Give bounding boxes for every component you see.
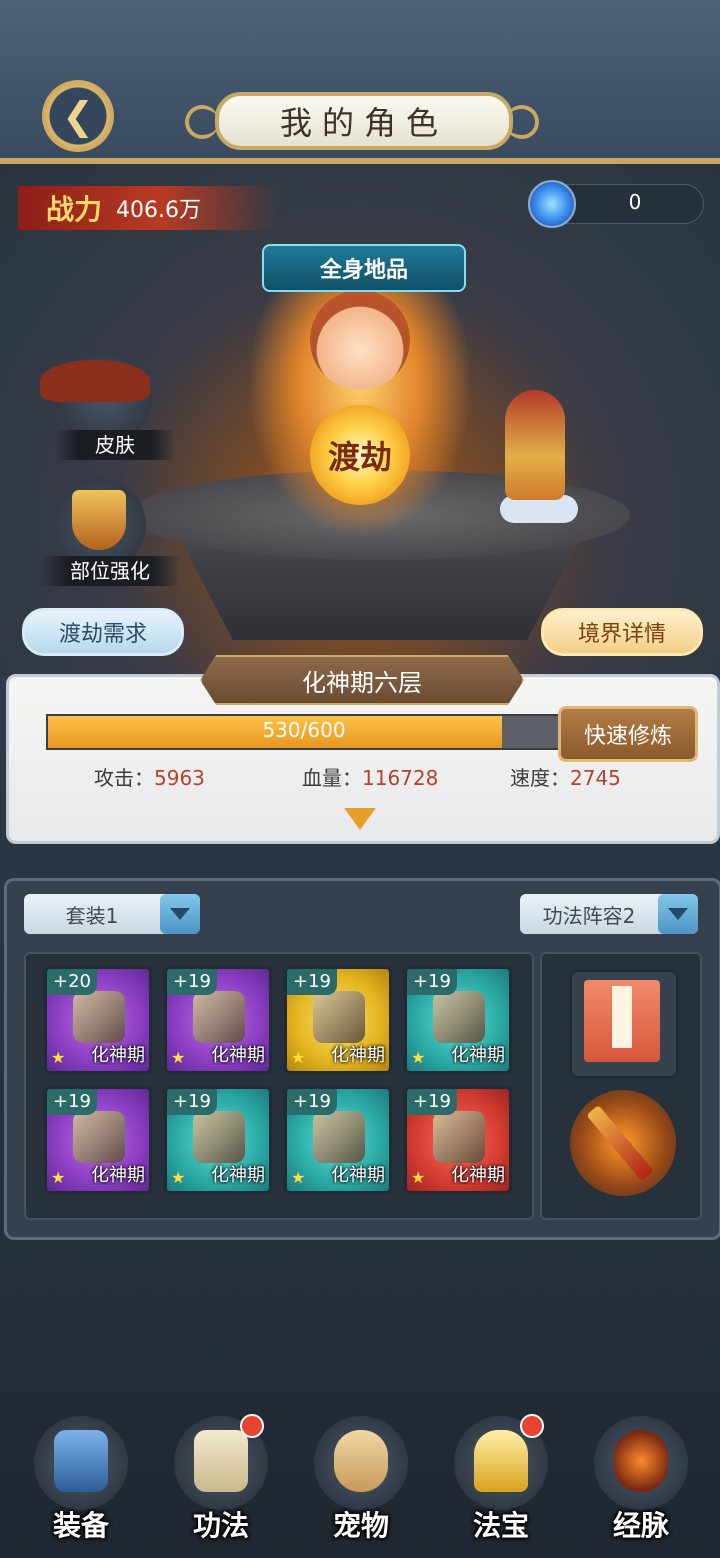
quick-cultivate-button[interactable]: 快速修炼 — [558, 706, 698, 762]
notification-dot-icon — [520, 1414, 544, 1438]
star-icon: ★ — [171, 1168, 186, 1187]
tribulation-requirements-button[interactable]: 渡劫需求 — [22, 608, 184, 656]
page-title: 我的角色 — [215, 92, 513, 150]
nav-treasure[interactable]: 法宝 — [448, 1414, 554, 1546]
item-realm-label: 化神期 — [451, 1045, 505, 1066]
item-realm-label: 化神期 — [451, 1165, 505, 1186]
item-realm-label: 化神期 — [91, 1045, 145, 1066]
helmet-icon — [313, 991, 365, 1043]
realm-details-button[interactable]: 境界详情 — [541, 608, 703, 656]
equipment-slot[interactable]: +19 ★ 化神期 — [44, 1086, 152, 1194]
combat-power-label: 战力 — [46, 193, 103, 226]
back-arrow-icon: ❮ — [62, 94, 94, 138]
equipment-slot[interactable]: +19 ★ 化神期 — [284, 966, 392, 1074]
exp-progress-text: 530/600 — [262, 718, 346, 742]
expand-arrow-icon[interactable] — [344, 808, 376, 830]
nav-armor[interactable]: 装备 — [28, 1416, 134, 1546]
chevron-down-icon[interactable] — [160, 894, 200, 934]
nav-meridian[interactable]: 经脉 — [588, 1416, 694, 1546]
item-realm-label: 化神期 — [91, 1165, 145, 1186]
speed-value: 2745 — [570, 766, 621, 790]
book-title-strip — [612, 986, 632, 1048]
attack-label: 攻击： — [94, 766, 154, 790]
technique-lineup-value: 功法阵容2 — [542, 903, 636, 928]
star-icon: ★ — [291, 1168, 306, 1187]
necklace-icon — [73, 1111, 125, 1163]
armor-icon — [193, 991, 245, 1043]
star-icon: ★ — [411, 1048, 426, 1067]
speed-label: 速度： — [510, 766, 570, 790]
enhance-level: +20 — [47, 969, 97, 995]
equipment-slot[interactable]: +19 ★ 化神期 — [404, 1086, 512, 1194]
bamboo-hat-icon — [40, 360, 150, 402]
chevron-down-icon[interactable] — [658, 894, 698, 934]
enhance-level: +19 — [287, 1089, 337, 1115]
star-icon: ★ — [411, 1168, 426, 1187]
equipment-slot[interactable]: +19 ★ 化神期 — [164, 966, 272, 1074]
back-button[interactable]: ❮ — [42, 80, 114, 152]
attack-stat: 攻击：5963 — [94, 762, 205, 791]
enhance-level: +19 — [47, 1089, 97, 1115]
pet-nav-icon — [334, 1430, 388, 1492]
tribulation-orb[interactable]: 渡劫 — [310, 405, 410, 505]
nav-label: 宠物 — [332, 1509, 389, 1542]
enhance-level: +19 — [407, 969, 457, 995]
star-icon: ★ — [51, 1048, 66, 1067]
spirit-gem-icon — [528, 180, 576, 228]
equipment-slot[interactable]: +19 ★ 化神期 — [284, 1086, 392, 1194]
item-realm-label: 化神期 — [331, 1045, 385, 1066]
item-realm-label: 化神期 — [211, 1165, 265, 1186]
meridian-nav-icon — [614, 1430, 668, 1492]
attack-value: 5963 — [154, 766, 205, 790]
enhance-level: +19 — [407, 1089, 457, 1115]
technique-lineup-dropdown[interactable]: 功法阵容2 — [520, 894, 698, 934]
nav-label: 法宝 — [472, 1509, 529, 1542]
enhance-level: +19 — [167, 1089, 217, 1115]
equipment-grade-badge: 全身地品 — [262, 244, 466, 292]
notification-dot-icon — [240, 1414, 264, 1438]
sword-icon — [73, 991, 125, 1043]
ring-icon — [313, 1111, 365, 1163]
nav-label: 功法 — [192, 1509, 249, 1542]
title-ornament-left — [185, 105, 219, 139]
nav-scroll[interactable]: 功法 — [168, 1414, 274, 1546]
star-icon: ★ — [291, 1048, 306, 1067]
speed-stat: 速度：2745 — [510, 762, 621, 791]
boots-icon — [433, 991, 485, 1043]
nav-pet[interactable]: 宠物 — [308, 1416, 414, 1546]
equipment-slot[interactable]: +20 ★ 化神期 — [44, 966, 152, 1074]
combat-power-value: 406.6万 — [116, 198, 201, 223]
equipment-slot[interactable]: +19 ★ 化神期 — [404, 966, 512, 1074]
bracelet-icon — [193, 1111, 245, 1163]
treasure-nav-icon — [474, 1430, 528, 1492]
part-enhance-label: 部位强化 — [40, 556, 180, 586]
hp-label: 血量： — [302, 766, 362, 790]
pet-monkey-king[interactable] — [505, 390, 565, 500]
enhance-level: +19 — [167, 969, 217, 995]
cauldron-icon — [72, 490, 126, 550]
amulet-icon — [433, 1111, 485, 1163]
item-realm-label: 化神期 — [331, 1165, 385, 1186]
item-realm-label: 化神期 — [211, 1045, 265, 1066]
armor-nav-icon — [54, 1430, 108, 1492]
currency-value: 0 — [628, 190, 642, 214]
star-icon: ★ — [171, 1048, 186, 1067]
star-icon: ★ — [51, 1168, 66, 1187]
combat-power-banner: 战力 406.6万 — [18, 186, 278, 230]
skin-label: 皮肤 — [55, 430, 175, 460]
equipment-slot[interactable]: +19 ★ 化神期 — [164, 1086, 272, 1194]
realm-title: 化神期六层 — [200, 655, 524, 705]
equipment-set-value: 套装1 — [65, 903, 119, 928]
equipment-set-dropdown[interactable]: 套装1 — [24, 894, 200, 934]
scroll-nav-icon — [194, 1430, 248, 1492]
nav-label: 装备 — [52, 1509, 109, 1542]
character-avatar[interactable] — [310, 290, 410, 390]
enhance-level: +19 — [287, 969, 337, 995]
nav-label: 经脉 — [612, 1509, 669, 1542]
hp-stat: 血量：116728 — [302, 762, 438, 791]
hp-value: 116728 — [362, 766, 439, 790]
